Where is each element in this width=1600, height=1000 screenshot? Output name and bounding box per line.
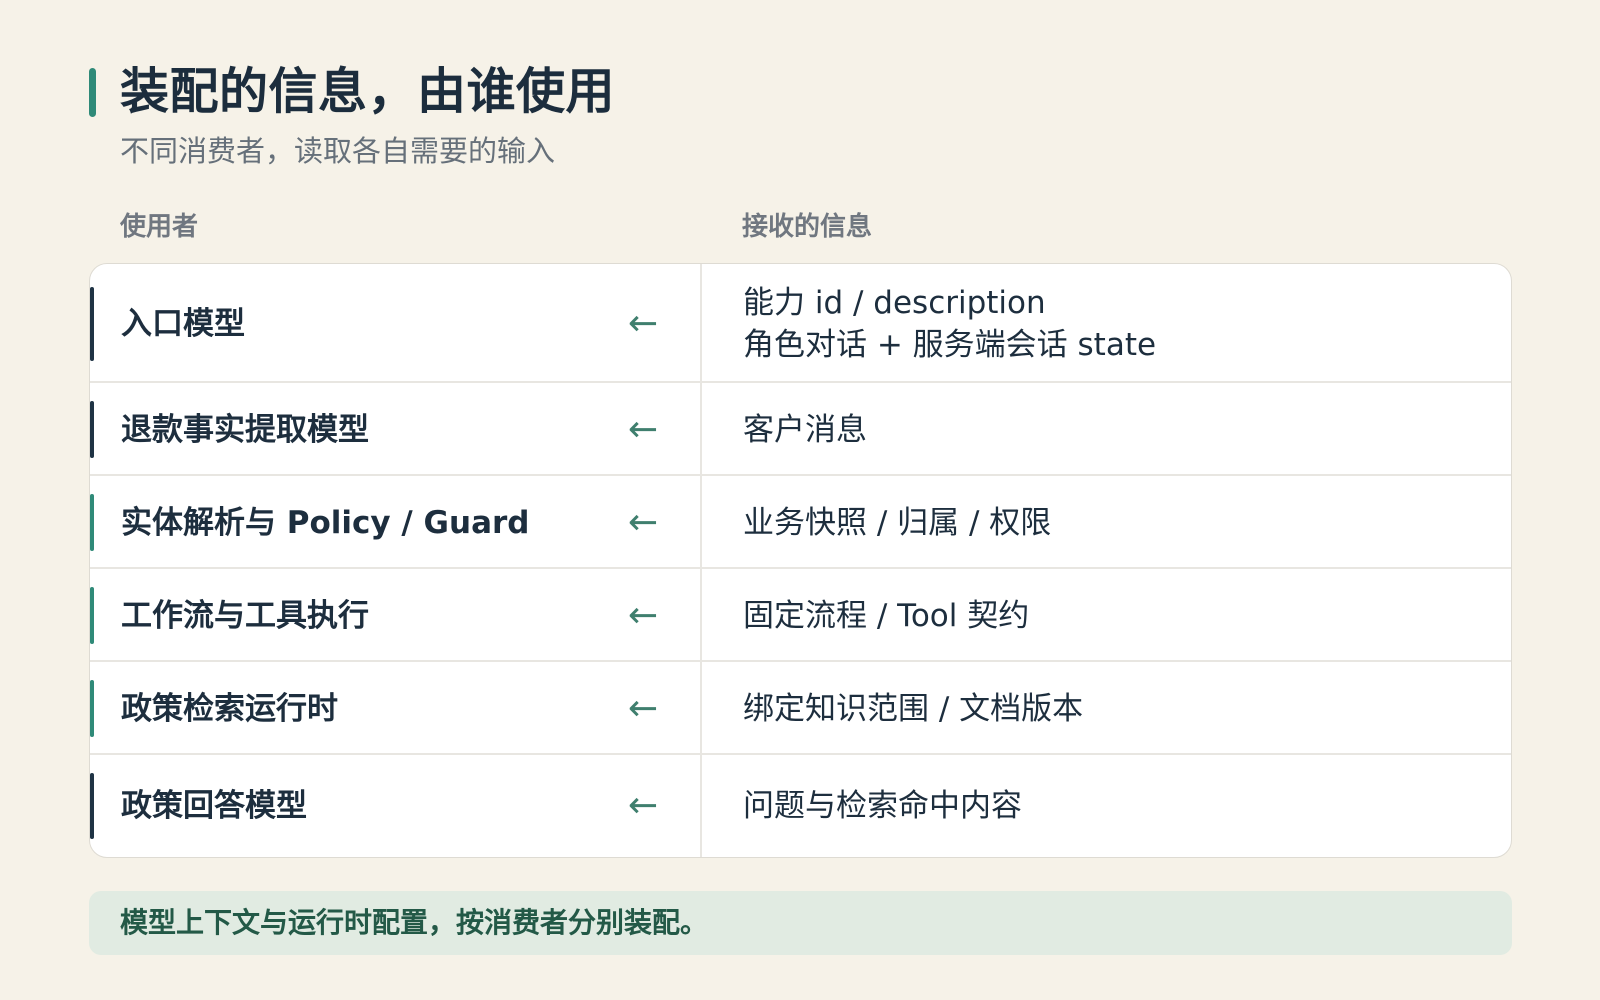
left-arrow-icon: ← bbox=[628, 408, 659, 450]
info-text: 绑定知识范围 / 文档版本 bbox=[743, 690, 1084, 727]
left-arrow-icon: ← bbox=[628, 687, 659, 729]
column-headers: 使用者 接收的信息 bbox=[89, 207, 1512, 247]
column-header-info: 接收的信息 bbox=[742, 212, 873, 242]
left-arrow-icon: ← bbox=[628, 302, 659, 344]
left-arrow-icon: ← bbox=[628, 594, 659, 636]
consumer-label: 实体解析与 Policy / Guard bbox=[121, 504, 530, 541]
column-header-consumer: 使用者 bbox=[120, 212, 199, 242]
info-text: 问题与检索命中内容 bbox=[743, 788, 1022, 824]
info-text: 业务快照 / 归属 / 权限 bbox=[743, 504, 1052, 541]
consumer-label: 退款事实提取模型 bbox=[121, 411, 369, 448]
left-arrow-icon: ← bbox=[628, 785, 659, 826]
footer-text: 模型上下文与运行时配置，按消费者分别装配。 bbox=[120, 906, 709, 939]
table-row: 政策回答模型 ← 问题与检索命中内容 bbox=[90, 755, 1511, 857]
info-text: 角色对话 + 服务端会话 state bbox=[743, 326, 1157, 363]
consumer-label: 工作流与工具执行 bbox=[121, 597, 369, 634]
slide: 装配的信息，由谁使用 不同消费者，读取各自需要的输入 使用者 接收的信息 入口模… bbox=[89, 62, 1512, 955]
consumer-label: 政策检索运行时 bbox=[121, 690, 338, 727]
consumer-label: 入口模型 bbox=[121, 305, 245, 342]
row-accent-bar bbox=[90, 401, 94, 458]
info-text: 能力 id / description bbox=[743, 284, 1046, 321]
title-accent-bar bbox=[89, 68, 96, 117]
page-subtitle: 不同消费者，读取各自需要的输入 bbox=[120, 134, 556, 168]
row-accent-bar bbox=[90, 286, 94, 361]
table-row: 政策检索运行时 ← 绑定知识范围 / 文档版本 bbox=[90, 662, 1511, 755]
consumer-info-table: 入口模型 ← 能力 id / description 角色对话 + 服务端会话 sta… bbox=[89, 263, 1512, 858]
footer-callout: 模型上下文与运行时配置，按消费者分别装配。 bbox=[89, 891, 1512, 955]
row-accent-bar bbox=[90, 680, 94, 737]
row-accent-bar bbox=[90, 494, 94, 551]
table-row: 实体解析与 Policy / Guard ← 业务快照 / 归属 / 权限 bbox=[90, 476, 1511, 569]
table-row: 入口模型 ← 能力 id / description 角色对话 + 服务端会话 sta… bbox=[90, 264, 1511, 383]
info-text: 固定流程 / Tool 契约 bbox=[743, 597, 1030, 634]
consumer-label: 政策回答模型 bbox=[121, 788, 307, 824]
info-text: 客户消息 bbox=[743, 411, 867, 448]
row-accent-bar bbox=[90, 587, 94, 644]
header: 装配的信息，由谁使用 不同消费者，读取各自需要的输入 bbox=[89, 62, 1512, 168]
row-accent-bar bbox=[90, 773, 94, 839]
page-title: 装配的信息，由谁使用 bbox=[120, 63, 616, 120]
table-row: 工作流与工具执行 ← 固定流程 / Tool 契约 bbox=[90, 569, 1511, 662]
left-arrow-icon: ← bbox=[628, 501, 659, 543]
table-row: 退款事实提取模型 ← 客户消息 bbox=[90, 383, 1511, 476]
